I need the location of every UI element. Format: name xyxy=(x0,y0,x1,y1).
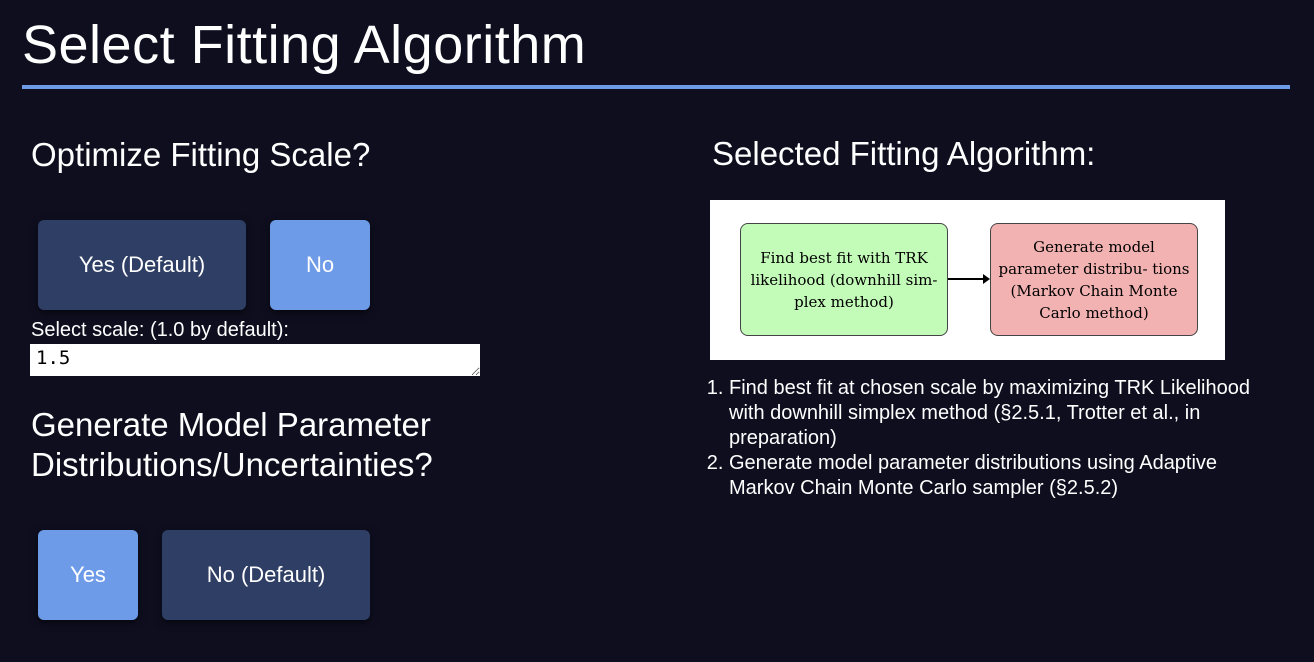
scale-yes-button[interactable]: Yes (Default) xyxy=(38,220,246,310)
flowchart-step-mcmc: Generate model parameter distribu- tions… xyxy=(990,223,1198,336)
algorithm-heading: Selected Fitting Algorithm: xyxy=(712,135,1096,172)
flowchart-step-fit-text: Find best fit with TRK likelihood (downh… xyxy=(750,248,938,311)
scale-heading: Optimize Fitting Scale? xyxy=(31,136,371,173)
algorithm-step: Find best fit at chosen scale by maximiz… xyxy=(729,376,1269,451)
algorithm-flowchart: Find best fit with TRK likelihood (downh… xyxy=(710,200,1225,360)
flowchart-step-mcmc-text: Generate model parameter distribu- tions… xyxy=(998,237,1190,322)
flowchart-step-fit: Find best fit with TRK likelihood (downh… xyxy=(740,223,948,336)
mcmc-heading: Generate Model Parameter Distributions/U… xyxy=(31,406,433,483)
algorithm-steps: Find best fit at chosen scale by maximiz… xyxy=(705,376,1269,501)
scale-input[interactable] xyxy=(30,344,480,376)
flowchart-arrow xyxy=(948,274,990,284)
mcmc-no-button[interactable]: No (Default) xyxy=(162,530,370,620)
page-title: Select Fitting Algorithm xyxy=(22,15,587,75)
scale-label: Select scale: (1.0 by default): xyxy=(31,319,289,341)
title-divider xyxy=(22,85,1290,89)
scale-no-button[interactable]: No xyxy=(270,220,370,310)
mcmc-yes-button[interactable]: Yes xyxy=(38,530,138,620)
algorithm-step: Generate model parameter distributions u… xyxy=(729,451,1269,501)
